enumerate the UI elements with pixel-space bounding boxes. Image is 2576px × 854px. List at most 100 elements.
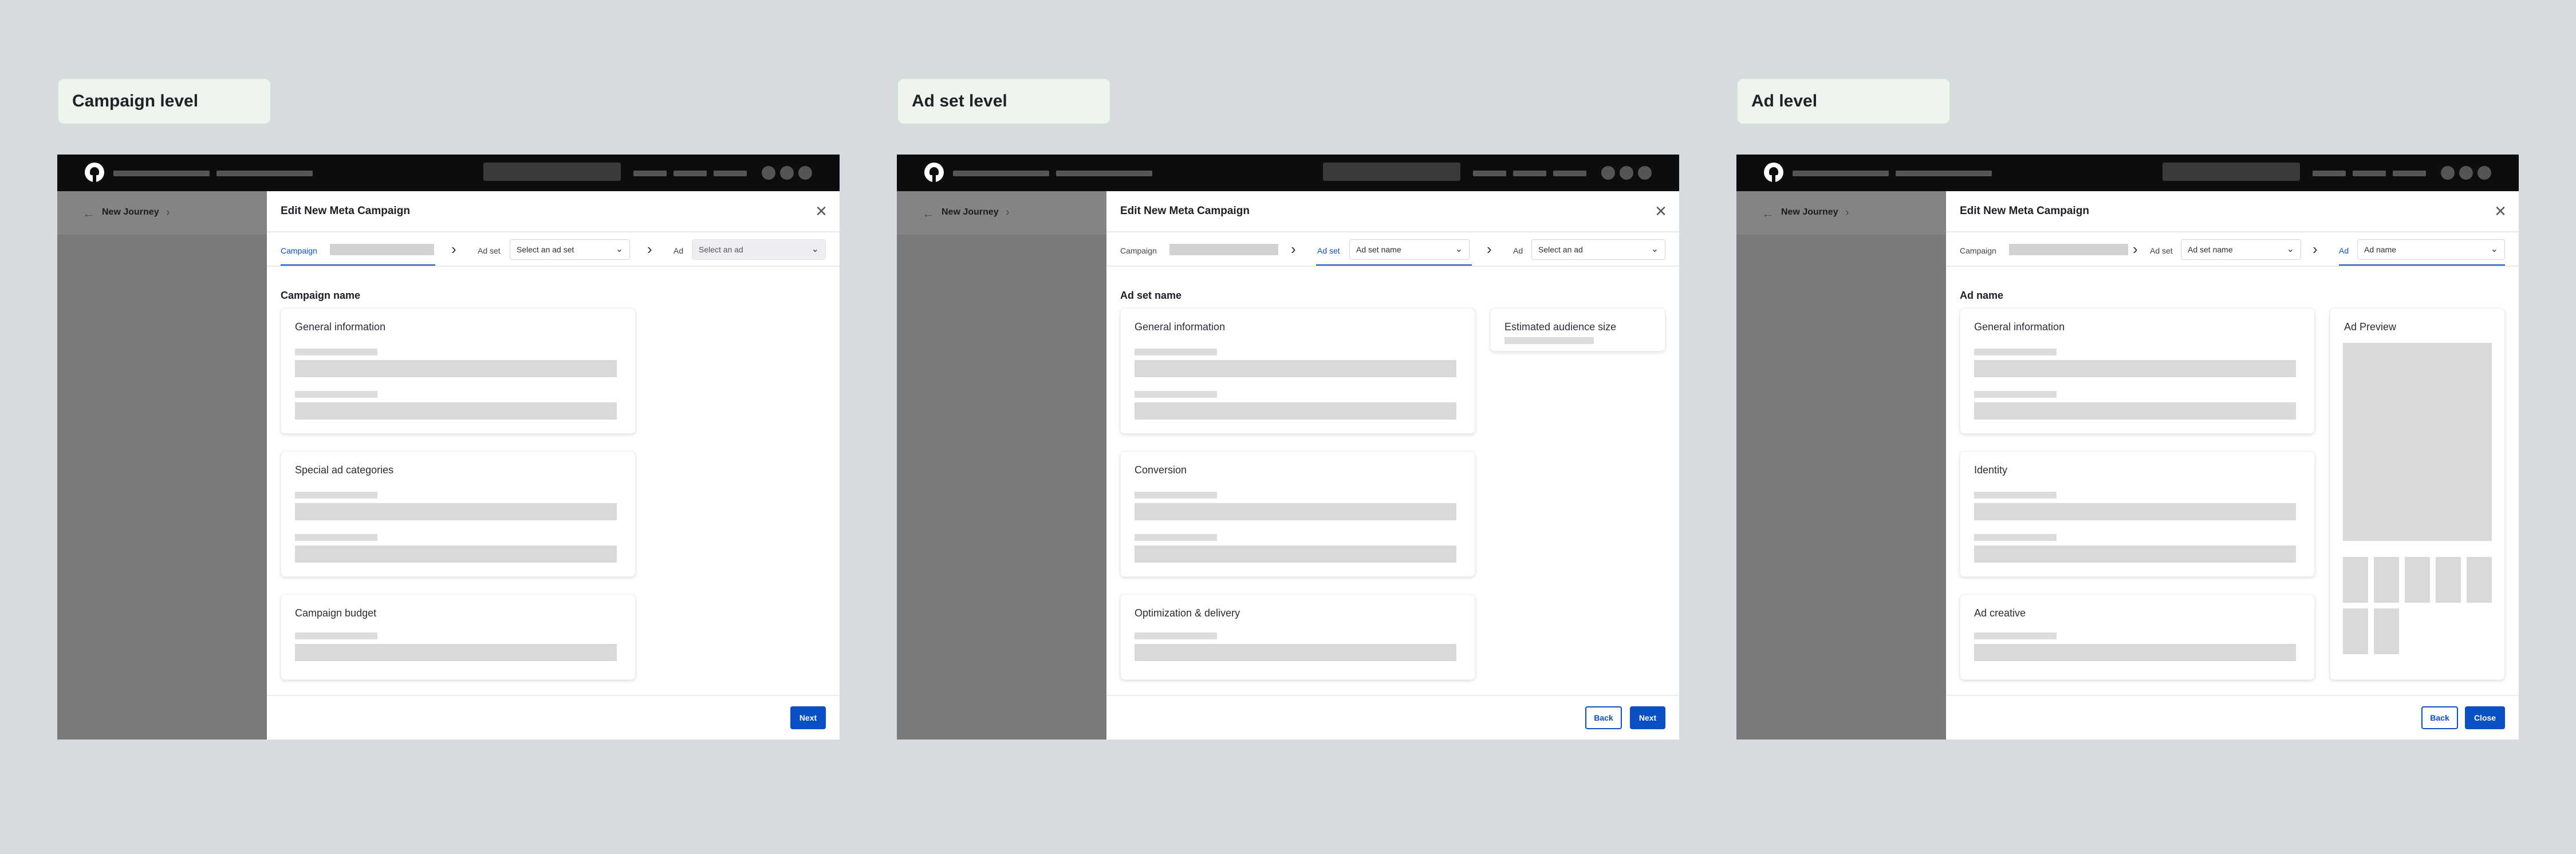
back-arrow-icon[interactable]: ← xyxy=(82,206,95,221)
field-input-placeholder[interactable] xyxy=(1974,402,2296,420)
edit-campaign-modal: Edit New Meta Campaign × Campaign › Ad s… xyxy=(1946,191,2519,740)
field-label-placeholder xyxy=(1135,349,1217,355)
ad-select[interactable]: Ad name ⌄ xyxy=(2357,239,2505,260)
avatar[interactable] xyxy=(2477,166,2491,180)
ad-select-value: Select an ad xyxy=(699,245,743,254)
nav-item-placeholder[interactable] xyxy=(714,171,747,176)
tab-adset[interactable]: Ad set xyxy=(2150,246,2173,255)
preview-thumbnail[interactable] xyxy=(2374,557,2399,603)
preview-thumbnail[interactable] xyxy=(2343,557,2368,603)
card-general-information: General information xyxy=(1960,308,2315,434)
adset-select-value: Ad set name xyxy=(1356,245,1401,254)
search-placeholder[interactable] xyxy=(1323,163,1460,181)
field-input-placeholder[interactable] xyxy=(1974,644,2296,661)
ad-select[interactable]: Select an ad ⌄ xyxy=(1531,239,1665,260)
nav-icon-placeholder[interactable] xyxy=(2441,166,2455,180)
back-button-label: Back xyxy=(2430,713,2449,722)
chevron-right-icon: › xyxy=(1487,240,1492,258)
field-input-placeholder[interactable] xyxy=(295,360,617,377)
ad-select[interactable]: Select an ad ⌄ xyxy=(692,239,826,260)
close-icon[interactable]: × xyxy=(2495,201,2506,221)
field-label-placeholder xyxy=(295,534,377,541)
section-title: Ad set name xyxy=(1120,290,1182,301)
preview-thumbnail[interactable] xyxy=(2374,608,2399,654)
chevron-right-icon: › xyxy=(1845,206,1849,219)
tab-campaign[interactable]: Campaign xyxy=(281,246,317,255)
field-input-placeholder[interactable] xyxy=(1974,545,2296,563)
card-title: General information xyxy=(1135,321,1226,333)
search-placeholder[interactable] xyxy=(2163,163,2300,181)
adset-select[interactable]: Ad set name ⌄ xyxy=(2181,239,2301,260)
nav-icon-placeholder[interactable] xyxy=(780,166,794,180)
card-title: Estimated audience size xyxy=(1504,321,1617,333)
back-arrow-icon[interactable]: ← xyxy=(922,206,935,221)
chevron-down-icon: ⌄ xyxy=(811,244,819,254)
field-label-placeholder xyxy=(1135,492,1217,499)
field-input-placeholder[interactable] xyxy=(1974,360,2296,377)
nav-link-placeholder[interactable] xyxy=(1793,171,1889,176)
nav-icon-placeholder[interactable] xyxy=(762,166,775,180)
back-button[interactable]: Back xyxy=(2421,706,2458,729)
field-input-placeholder[interactable] xyxy=(295,503,617,520)
field-input-placeholder[interactable] xyxy=(1135,402,1456,420)
next-button-label: Next xyxy=(1638,713,1657,722)
campaign-name-placeholder xyxy=(330,244,434,255)
field-input-placeholder[interactable] xyxy=(295,545,617,563)
card-title: Optimization & delivery xyxy=(1135,607,1240,619)
preview-thumbnail[interactable] xyxy=(2343,608,2368,654)
tab-ad[interactable]: Ad xyxy=(1513,246,1523,255)
nav-link-placeholder[interactable] xyxy=(1056,171,1152,176)
adset-select[interactable]: Ad set name ⌄ xyxy=(1349,239,1470,260)
logo-icon[interactable] xyxy=(85,163,104,182)
logo-icon[interactable] xyxy=(924,163,944,182)
back-arrow-icon[interactable]: ← xyxy=(1762,206,1774,221)
nav-link-placeholder[interactable] xyxy=(953,171,1049,176)
nav-item-placeholder[interactable] xyxy=(1553,171,1586,176)
next-button[interactable]: Next xyxy=(1630,706,1665,729)
nav-link-placeholder[interactable] xyxy=(113,171,210,176)
next-button[interactable]: Next xyxy=(790,706,826,729)
field-input-placeholder[interactable] xyxy=(1974,503,2296,520)
tab-campaign[interactable]: Campaign xyxy=(1120,246,1157,255)
card-title: Special ad categories xyxy=(295,464,394,476)
close-button[interactable]: Close xyxy=(2465,706,2505,729)
chevron-right-icon: › xyxy=(2313,240,2318,258)
back-button[interactable]: Back xyxy=(1585,706,1622,729)
close-icon[interactable]: × xyxy=(1655,201,1667,221)
tab-adset[interactable]: Ad set xyxy=(478,246,501,255)
tab-ad[interactable]: Ad xyxy=(2339,246,2349,255)
field-input-placeholder[interactable] xyxy=(1135,360,1456,377)
nav-icon-placeholder[interactable] xyxy=(1601,166,1615,180)
logo-icon[interactable] xyxy=(1764,163,1783,182)
search-placeholder[interactable] xyxy=(483,163,621,181)
preview-thumbnail[interactable] xyxy=(2467,557,2492,603)
preview-thumbnail[interactable] xyxy=(2436,557,2461,603)
nav-item-placeholder[interactable] xyxy=(2353,171,2386,176)
field-input-placeholder[interactable] xyxy=(1135,644,1456,661)
nav-link-placeholder[interactable] xyxy=(1896,171,1992,176)
avatar[interactable] xyxy=(798,166,812,180)
nav-item-placeholder[interactable] xyxy=(1513,171,1546,176)
tab-ad[interactable]: Ad xyxy=(673,246,683,255)
nav-item-placeholder[interactable] xyxy=(633,171,667,176)
nav-icon-placeholder[interactable] xyxy=(2459,166,2473,180)
avatar[interactable] xyxy=(1638,166,1652,180)
field-input-placeholder[interactable] xyxy=(1135,545,1456,563)
tab-campaign[interactable]: Campaign xyxy=(1960,246,1996,255)
card-general-information: General information xyxy=(281,308,636,434)
field-label-placeholder xyxy=(1974,349,2057,355)
nav-link-placeholder[interactable] xyxy=(216,171,313,176)
nav-item-placeholder[interactable] xyxy=(673,171,707,176)
panel-adset-level: Ad set level ← New Journey › Edit New Me… xyxy=(897,0,1679,854)
nav-item-placeholder[interactable] xyxy=(2313,171,2346,176)
adset-select[interactable]: Select an ad set ⌄ xyxy=(510,239,630,260)
field-input-placeholder[interactable] xyxy=(295,402,617,420)
nav-item-placeholder[interactable] xyxy=(2393,171,2426,176)
tab-adset[interactable]: Ad set xyxy=(1317,246,1340,255)
field-input-placeholder[interactable] xyxy=(295,644,617,661)
close-icon[interactable]: × xyxy=(816,201,827,221)
nav-icon-placeholder[interactable] xyxy=(1620,166,1633,180)
field-input-placeholder[interactable] xyxy=(1135,503,1456,520)
nav-item-placeholder[interactable] xyxy=(1473,171,1506,176)
preview-thumbnail[interactable] xyxy=(2405,557,2430,603)
